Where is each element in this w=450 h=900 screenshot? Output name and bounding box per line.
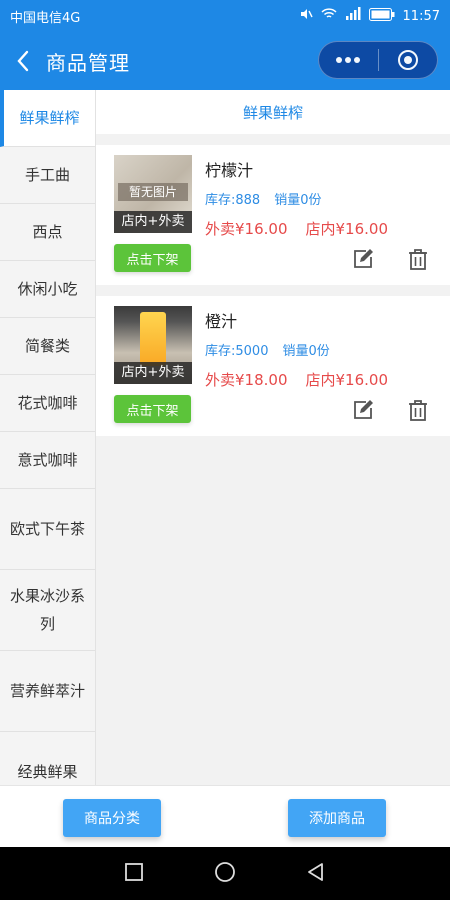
product-card: 店内+外卖 橙汁 库存:5000 销量0份 外卖¥18.00 店内¥16.00 … [96,296,450,436]
sidebar-item-western-pastry[interactable]: 西点 [0,204,95,261]
target-circle-icon [397,50,418,70]
nav-bar: 商品管理 [0,32,450,90]
mini-program-capsule [318,41,438,79]
carrier-label: 中国电信4G [10,10,81,26]
product-image: 店内+外卖 [114,306,192,384]
instore-price: 店内¥16.00 [305,220,389,238]
product-list-panel: 鲜果鲜榨 暂无图片 店内+外卖 柠檬汁 库存:888 销量0份 外卖¥16.00… [96,90,450,785]
system-back-button[interactable] [306,862,326,886]
back-arrow-icon [17,50,29,72]
takeout-price: 外卖¥16.00 [205,220,288,238]
clock-label: 11:57 [402,8,440,24]
sidebar-item-classic-fruit[interactable]: 经典鲜果 [0,732,95,785]
product-meta: 库存:5000 销量0份 [205,340,330,359]
trash-icon [409,400,427,421]
sidebar-item-fruit-smoothie[interactable]: 水果冰沙系列 [0,570,95,651]
trash-icon [409,249,427,270]
product-card: 暂无图片 店内+外卖 柠檬汁 库存:888 销量0份 外卖¥16.00 店内¥1… [96,145,450,285]
category-title: 鲜果鲜榨 [96,90,450,134]
stock-label: 库存:5000 [205,344,269,359]
edit-icon [354,400,373,419]
circle-icon [215,861,235,882]
wifi-icon [321,7,337,25]
product-name: 橙汁 [205,312,238,331]
stock-label: 库存:888 [205,193,261,208]
sales-label: 销量0份 [274,193,322,208]
product-prices: 外卖¥16.00 店内¥16.00 [205,218,388,239]
delete-button[interactable] [407,248,429,270]
status-bar: 中国电信4G 11:57 [0,0,450,32]
triangle-back-icon [308,862,323,881]
mute-icon [299,7,313,25]
instore-price: 店内¥16.00 [305,371,389,389]
add-product-button[interactable]: 添加商品 [288,799,386,837]
sidebar-item-light-meals[interactable]: 简餐类 [0,318,95,375]
edit-button[interactable] [352,248,374,270]
channel-tag: 店内+外卖 [114,211,192,233]
edit-button[interactable] [352,399,374,421]
juice-glass [140,312,166,366]
bottom-action-bar: 商品分类 添加商品 [0,785,450,847]
sidebar-item-fresh-juice[interactable]: 鲜果鲜榨 [0,90,95,147]
channel-tag: 店内+外卖 [114,362,192,384]
no-image-label: 暂无图片 [118,183,188,201]
category-sidebar: 鲜果鲜榨 手工曲 西点 休闲小吃 简餐类 花式咖啡 意式咖啡 欧式下午茶 水果冰… [0,90,96,785]
battery-icon [368,7,395,25]
off-shelf-button[interactable]: 点击下架 [114,244,191,272]
recent-apps-button[interactable] [124,862,144,886]
square-icon [125,862,143,881]
edit-icon [354,249,373,268]
product-image: 暂无图片 店内+外卖 [114,155,192,233]
more-button[interactable] [319,42,378,78]
sidebar-item-italian-coffee[interactable]: 意式咖啡 [0,432,95,489]
sidebar-item-handmade[interactable]: 手工曲 [0,147,95,204]
product-name: 柠檬汁 [205,161,254,180]
page-title: 商品管理 [46,50,130,75]
home-button[interactable] [214,861,236,887]
product-meta: 库存:888 销量0份 [205,189,321,208]
delete-button[interactable] [407,399,429,421]
back-button[interactable] [0,32,46,90]
close-mini-program-button[interactable] [379,42,438,78]
product-prices: 外卖¥18.00 店内¥16.00 [205,369,388,390]
sidebar-item-afternoon-tea[interactable]: 欧式下午茶 [0,489,95,570]
system-nav-bar [0,847,450,900]
sidebar-item-snacks[interactable]: 休闲小吃 [0,261,95,318]
signal-icon [345,7,361,25]
off-shelf-button[interactable]: 点击下架 [114,395,191,423]
sales-label: 销量0份 [282,344,330,359]
takeout-price: 外卖¥18.00 [205,371,288,389]
sidebar-item-fancy-coffee[interactable]: 花式咖啡 [0,375,95,432]
more-dots-icon [336,57,361,63]
sidebar-item-nutrition-juice[interactable]: 营养鲜萃汁 [0,651,95,732]
category-manage-button[interactable]: 商品分类 [63,799,161,837]
